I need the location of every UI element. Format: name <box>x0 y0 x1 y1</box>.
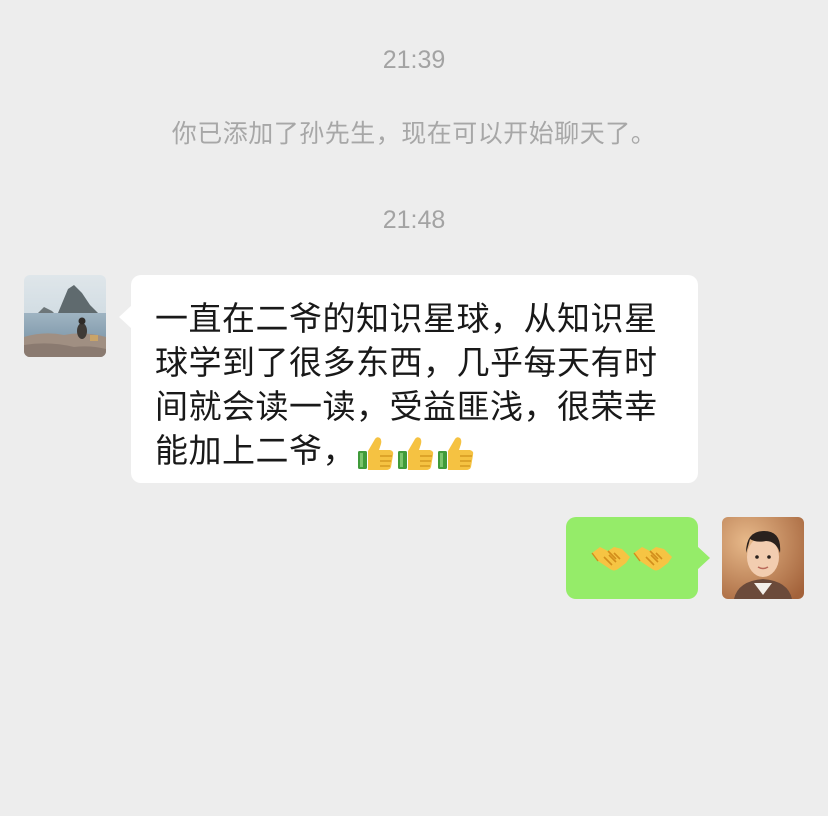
timestamp: 21:48 <box>382 206 446 234</box>
thumbs-up-icon <box>438 437 474 470</box>
emoji-row <box>356 431 476 475</box>
message-text: 一直在二爷的知识星球，从知识星球学到了很多东西，几乎每天有时间就会读一读，受益匪… <box>155 297 680 475</box>
timestamp: 21:39 <box>382 46 446 74</box>
handshake-icon <box>633 547 672 571</box>
emoji-row <box>590 539 674 581</box>
my-avatar[interactable] <box>722 517 804 599</box>
contact-avatar[interactable] <box>24 275 106 357</box>
incoming-message-bubble[interactable]: 一直在二爷的知识星球，从知识星球学到了很多东西，几乎每天有时间就会读一读，受益匪… <box>119 275 698 483</box>
thumbs-up-icon <box>398 437 434 470</box>
system-notice: 你已添加了孙先生，现在可以开始聊天了。 <box>171 119 657 148</box>
handshake-icon <box>591 547 630 571</box>
thumbs-up-icon <box>358 437 394 470</box>
portrait-photo-avatar <box>722 517 804 599</box>
landscape-photo-avatar <box>24 275 106 357</box>
handshake-emoji-pair <box>591 547 672 571</box>
outgoing-message-bubble[interactable] <box>566 517 710 599</box>
